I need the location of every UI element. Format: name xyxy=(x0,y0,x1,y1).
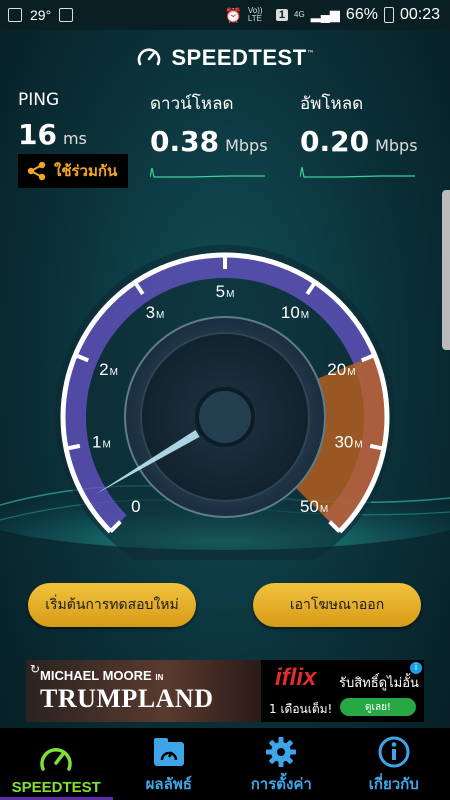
download-sparkline xyxy=(149,167,265,178)
nav-about[interactable]: เกี่ยวกับ xyxy=(338,728,450,800)
download-stat: ดาวน์โหลด 0.38 Mbps xyxy=(149,90,268,182)
share-label: ใช้ร่วมกัน xyxy=(54,162,118,180)
share-icon xyxy=(27,161,46,181)
upload-sparkline xyxy=(299,166,415,178)
ad-brand-logo: iflix xyxy=(275,664,317,691)
upload-stat: อัพโหลด 0.20 Mbps xyxy=(299,90,418,182)
alarm-icon: ⏰ xyxy=(224,6,242,23)
ad-info-icon[interactable]: i xyxy=(410,662,422,674)
download-value: 0.38 xyxy=(150,125,220,158)
bottom-nav: SPEEDTEST ผลลัพธ์ การตั้งค่า เกี่ยวกับ xyxy=(0,728,450,800)
gauge-tick xyxy=(65,443,81,451)
nav-about-label: เกี่ยวกับ xyxy=(368,775,419,793)
ad-cta-button[interactable]: ดูเลย! xyxy=(340,698,416,716)
gallery-notification-icon xyxy=(8,8,22,22)
gauge-tick xyxy=(369,443,385,451)
ad-movie-panel: ↻ MICHAEL MOORE IN TRUMPLAND xyxy=(26,660,261,722)
battery-percent: 66% xyxy=(345,6,378,23)
network-type: 4G xyxy=(294,10,305,19)
nav-results[interactable]: ผลลัพธ์ xyxy=(113,728,226,800)
gauge-icon xyxy=(40,748,72,771)
ping-stat: PING 16 ms xyxy=(18,90,87,151)
upload-value: 0.20 xyxy=(300,125,370,158)
nav-results-label: ผลลัพธ์ xyxy=(145,775,192,793)
upload-label: อัพโหลด xyxy=(300,94,364,114)
restart-test-button[interactable]: เริ่มต้นการทดสอบใหม่ xyxy=(28,583,196,627)
app-header: SPEEDTEST ™ xyxy=(0,44,450,72)
remove-ads-button[interactable]: เอาโฆษณาออก xyxy=(253,583,421,627)
ad-offer-panel: iflix รับสิทธิ์ดูไม่อั้น 1 เดือนเต็ม! ดู… xyxy=(261,660,424,722)
ad-reload-icon: ↻ xyxy=(30,662,41,676)
ad-movie-line1: MICHAEL MOORE xyxy=(40,668,152,683)
signal-icon: ▂▄▆ xyxy=(310,7,340,22)
ping-label: PING xyxy=(18,90,60,110)
clock: 00:23 xyxy=(399,6,440,23)
upload-unit: Mbps xyxy=(375,136,418,155)
volte-indicator: Vo)) LTE xyxy=(247,6,263,23)
ping-unit: ms xyxy=(62,129,87,148)
info-icon xyxy=(378,736,410,768)
nav-settings-label: การตั้งค่า xyxy=(250,775,312,793)
nav-speedtest[interactable]: SPEEDTEST xyxy=(0,728,113,800)
app-title: SPEEDTEST xyxy=(171,45,307,70)
speed-gauge: 01M2M3M5M10M20M30M50M xyxy=(0,245,450,560)
ad-month-text: 1 เดือนเต็ม! xyxy=(269,702,333,716)
share-button[interactable]: ใช้ร่วมกัน xyxy=(18,154,128,188)
sim-indicator: 1 xyxy=(275,9,289,21)
trademark: ™ xyxy=(306,48,315,58)
gauge-hub xyxy=(195,387,255,447)
nav-settings[interactable]: การตั้งค่า xyxy=(225,728,338,800)
ad-banner[interactable]: ↻ MICHAEL MOORE IN TRUMPLAND iflix รับสิ… xyxy=(26,660,424,722)
battery-icon xyxy=(383,7,394,23)
results-icon xyxy=(153,738,184,766)
gear-icon xyxy=(266,737,297,767)
download-notification-icon xyxy=(59,8,74,22)
download-label: ดาวน์โหลด xyxy=(150,94,234,114)
ad-offer-text: รับสิทธิ์ดูไม่อั้น xyxy=(339,676,419,691)
temperature-text: 29° xyxy=(30,7,52,23)
ad-movie-title: TRUMPLAND xyxy=(40,684,214,713)
speedtest-logo-icon xyxy=(138,48,161,66)
download-unit: Mbps xyxy=(225,136,268,155)
status-bar: 29° ⏰ Vo)) LTE 1 4G ▂▄▆ 66% 00:23 xyxy=(0,0,450,30)
nav-speedtest-label: SPEEDTEST xyxy=(11,779,101,796)
ping-value: 16 xyxy=(18,118,57,151)
gauge-tick-label: 0 xyxy=(131,497,140,516)
ad-movie-in: IN xyxy=(155,673,164,682)
